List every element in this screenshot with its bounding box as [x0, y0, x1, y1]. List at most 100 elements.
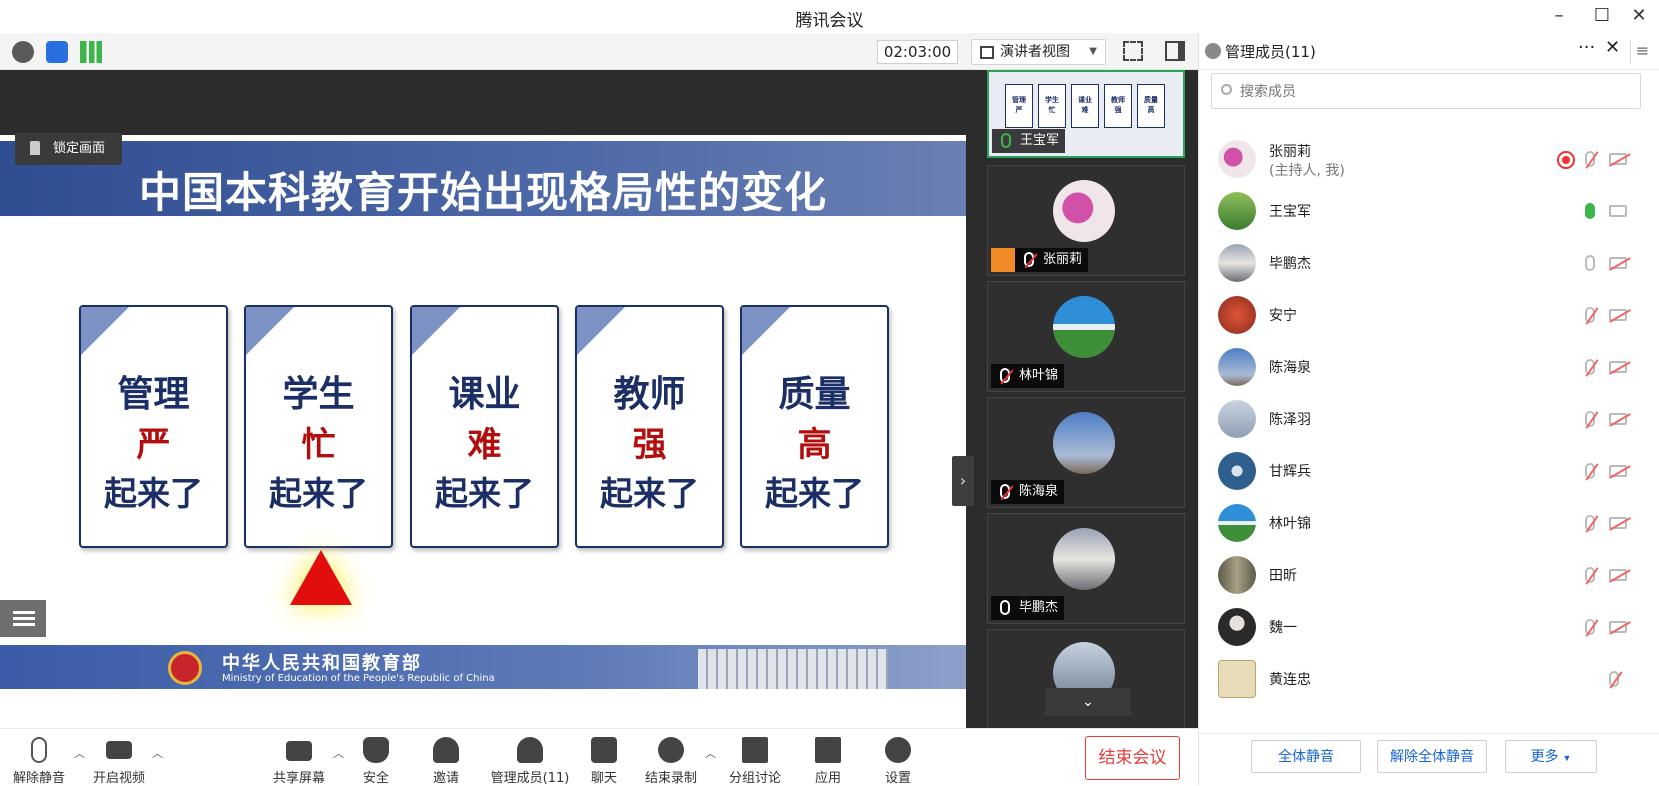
member-row[interactable]: 王宝军 [1199, 185, 1659, 237]
mic-muted-icon[interactable] [1585, 151, 1595, 167]
video-tile[interactable]: 管理严 学生忙 课业难 教师强 质量高 王宝军 [987, 70, 1185, 158]
card-line1: 质量 [778, 374, 851, 415]
mic-muted-icon[interactable] [1585, 411, 1595, 427]
chevron-up-icon[interactable]: ︿ [74, 745, 85, 761]
close-window-icon[interactable]: ✕ [1628, 5, 1650, 27]
video-tile-label: 林叶锦 [991, 364, 1065, 388]
invite-label: 邀请 [432, 771, 459, 786]
menu-icon[interactable]: ≡ [1630, 40, 1654, 64]
video-tile[interactable]: 毕鹏杰 [987, 513, 1185, 624]
apps-button[interactable]: 应用 [802, 729, 854, 786]
member-name: 魏一 [1269, 620, 1297, 636]
member-row[interactable]: 安宁 [1199, 289, 1659, 341]
video-tile[interactable]: 张丽莉 [987, 165, 1185, 276]
fullscreen-icon[interactable] [1123, 41, 1143, 61]
share-screen-button[interactable]: 共享屏幕 [268, 729, 330, 786]
member-row[interactable]: 田昕 [1199, 549, 1659, 601]
member-name: 毕鹏杰 [1269, 256, 1311, 272]
more-button[interactable]: 更多 ▼ [1505, 740, 1597, 773]
bottom-control-bar: 解除静音 ︿ 开启视频 ︿ 共享屏幕 ︿ 安全 邀请 管理成员(11) 聊天 结… [0, 728, 1198, 786]
camera-off-icon[interactable] [1609, 205, 1627, 217]
member-row[interactable]: 陈海泉 [1199, 341, 1659, 393]
members-icon [517, 737, 543, 763]
maximize-icon[interactable]: ☐ [1591, 5, 1613, 27]
mic-on-icon[interactable] [1585, 203, 1595, 219]
mic-muted-icon[interactable] [1585, 515, 1595, 531]
mute-all-button[interactable]: 全体静音 [1251, 740, 1361, 773]
more-options-icon[interactable]: ··· [1578, 37, 1595, 58]
video-tile[interactable]: 林叶锦 [987, 281, 1185, 392]
unmute-button[interactable]: 解除静音 [8, 729, 70, 786]
card-line3: 起来了 [104, 474, 203, 513]
mic-muted-icon[interactable] [1585, 463, 1595, 479]
sidebar-toggle-icon[interactable] [1165, 41, 1185, 61]
member-row[interactable]: 黄连忠 [1199, 653, 1659, 705]
shield-icon[interactable] [46, 41, 68, 63]
manage-members-label: 管理成员(11) [490, 771, 570, 786]
search-icon [1221, 84, 1232, 95]
mic-muted-icon[interactable] [1585, 567, 1595, 583]
member-row[interactable]: 张丽莉 (主持人, 我) [1199, 133, 1659, 185]
scroll-down-button[interactable]: ⌄ [1045, 688, 1131, 716]
member-row[interactable]: 甘辉兵 [1199, 445, 1659, 497]
video-tile[interactable]: 陈海泉 [987, 397, 1185, 508]
camera-muted-icon[interactable] [1609, 465, 1627, 477]
camera-muted-icon[interactable] [1609, 413, 1627, 425]
camera-muted-icon[interactable] [1609, 621, 1627, 633]
camera-muted-icon[interactable] [1609, 309, 1627, 321]
info-icon[interactable] [12, 41, 34, 63]
chevron-up-icon[interactable]: ︿ [152, 745, 163, 761]
mic-off-icon[interactable] [1585, 255, 1595, 271]
camera-muted-icon[interactable] [1609, 517, 1627, 529]
collapse-thumbnails-button[interactable]: › [952, 456, 974, 506]
camera-muted-icon[interactable] [1609, 257, 1627, 269]
lock-screen-label: 锁定画面 [53, 141, 106, 156]
signal-icon[interactable] [80, 41, 102, 63]
mic-muted-icon[interactable] [1585, 307, 1595, 323]
lock-screen-button[interactable]: 锁定画面 [15, 133, 122, 165]
manage-members-button[interactable]: 管理成员(11) [478, 729, 582, 786]
shield-icon [363, 737, 389, 763]
member-row[interactable]: 林叶锦 [1199, 497, 1659, 549]
add-user-icon [433, 737, 459, 763]
camera-muted-icon[interactable] [1609, 361, 1627, 373]
member-search-input[interactable] [1211, 73, 1641, 109]
chevron-up-icon[interactable]: ︿ [333, 745, 344, 761]
member-name: 安宁 [1269, 308, 1297, 324]
start-video-button[interactable]: 开启视频 [88, 729, 150, 786]
gear-icon [885, 737, 911, 763]
mic-muted-icon[interactable] [1609, 671, 1619, 687]
chevron-up-icon[interactable]: ︿ [705, 745, 716, 761]
view-mode-select[interactable]: 演讲者视图 ▼ [971, 39, 1106, 65]
member-name: 黄连忠 [1269, 672, 1311, 688]
card-line1: 学生 [282, 374, 355, 415]
caret-down-icon: ▼ [1562, 753, 1572, 763]
list-icon[interactable] [0, 600, 46, 637]
breakout-rooms-button[interactable]: 分组讨论 [724, 729, 786, 786]
camera-muted-icon[interactable] [1609, 153, 1627, 165]
camera-muted-icon[interactable] [1609, 569, 1627, 581]
card-line2: 严 [136, 425, 171, 465]
member-name: 王宝军 [1269, 204, 1311, 220]
member-row[interactable]: 魏一 [1199, 601, 1659, 653]
close-panel-icon[interactable]: ✕ [1605, 37, 1620, 58]
security-button[interactable]: 安全 [350, 729, 402, 786]
minimize-icon[interactable]: – [1548, 5, 1570, 27]
unmute-all-button[interactable]: 解除全体静音 [1377, 740, 1487, 773]
avatar [1218, 504, 1256, 542]
avatar [1218, 452, 1256, 490]
card-line1: 教师 [613, 374, 686, 415]
mic-muted-icon[interactable] [1585, 359, 1595, 375]
invite-button[interactable]: 邀请 [420, 729, 472, 786]
settings-button[interactable]: 设置 [872, 729, 924, 786]
mic-muted-icon[interactable] [1585, 619, 1595, 635]
member-row[interactable]: 毕鹏杰 [1199, 237, 1659, 289]
end-meeting-button[interactable]: 结束会议 [1085, 736, 1180, 780]
title-bar: 腾讯会议 – ☐ ✕ [0, 0, 1659, 33]
card-corner [81, 307, 129, 355]
avatar [1218, 608, 1256, 646]
stop-recording-button[interactable]: 结束录制 [640, 729, 702, 786]
video-tile-name: 林叶锦 [1019, 368, 1059, 383]
chat-button[interactable]: 聊天 [578, 729, 630, 786]
member-row[interactable]: 陈泽羽 [1199, 393, 1659, 445]
